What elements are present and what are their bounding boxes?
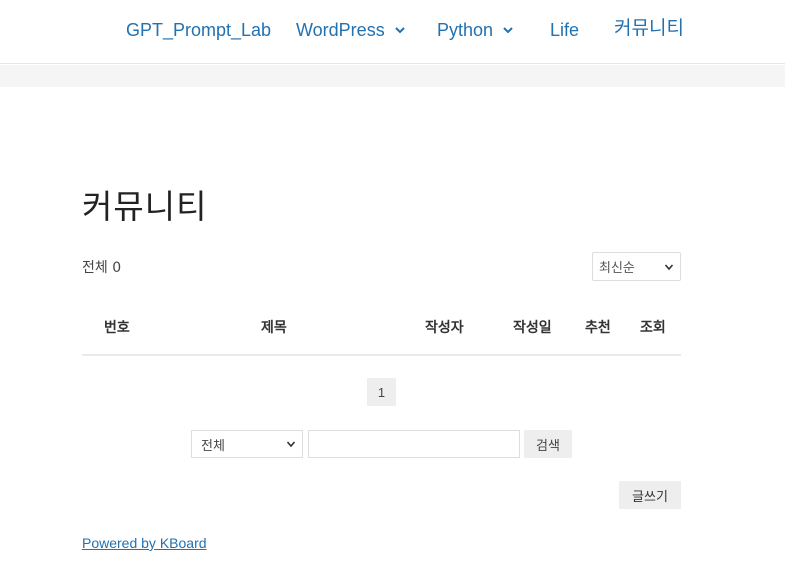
header-divider-band bbox=[0, 65, 785, 87]
sort-select-value: 최신순 bbox=[599, 261, 635, 276]
column-header-author: 작성자 bbox=[425, 320, 464, 336]
pagination-page-1[interactable]: 1 bbox=[367, 378, 396, 406]
column-header-title: 제목 bbox=[261, 320, 287, 336]
sort-select[interactable]: 최신순 bbox=[592, 252, 681, 281]
nav-item-python[interactable]: Python bbox=[437, 18, 515, 42]
column-header-number: 번호 bbox=[104, 320, 130, 336]
nav-item-label: Life bbox=[550, 20, 580, 40]
chevron-down-icon bbox=[664, 263, 674, 270]
column-header-date: 작성일 bbox=[513, 320, 552, 336]
search-button[interactable]: 검색 bbox=[524, 430, 572, 458]
search-field-value: 전체 bbox=[201, 438, 225, 454]
search-field-select[interactable]: 전체 bbox=[191, 430, 303, 458]
top-navigation: GPT_Prompt_Lab WordPress Python Life 커뮤니… bbox=[0, 0, 785, 64]
write-post-button[interactable]: 글쓰기 bbox=[619, 481, 681, 509]
column-header-views: 조회 bbox=[640, 320, 666, 336]
column-header-likes: 추천 bbox=[585, 320, 611, 336]
nav-item-life[interactable]: Life bbox=[550, 18, 579, 42]
table-header: 번호 제목 작성자 작성일 추천 조회 bbox=[82, 300, 681, 356]
chevron-down-icon bbox=[286, 441, 296, 448]
nav-item-label: Python bbox=[437, 20, 494, 40]
chevron-down-icon bbox=[394, 27, 405, 34]
page-title: 커뮤니티 bbox=[82, 187, 208, 226]
nav-item-label: WordPress bbox=[296, 20, 385, 40]
nav-item-label: GPT_Prompt_Lab bbox=[126, 20, 272, 40]
chevron-down-icon bbox=[503, 27, 513, 34]
total-count: 전체 0 bbox=[82, 260, 122, 276]
search-input[interactable] bbox=[308, 430, 520, 458]
powered-by-link[interactable]: Powered by KBoard bbox=[82, 535, 207, 551]
nav-item-gpt-prompt-lab[interactable]: GPT_Prompt_Lab bbox=[126, 18, 271, 42]
nav-item-community[interactable]: 커뮤니티 bbox=[614, 16, 684, 40]
nav-item-wordpress[interactable]: WordPress bbox=[296, 18, 407, 42]
nav-item-label: 커뮤니티 bbox=[614, 17, 684, 39]
